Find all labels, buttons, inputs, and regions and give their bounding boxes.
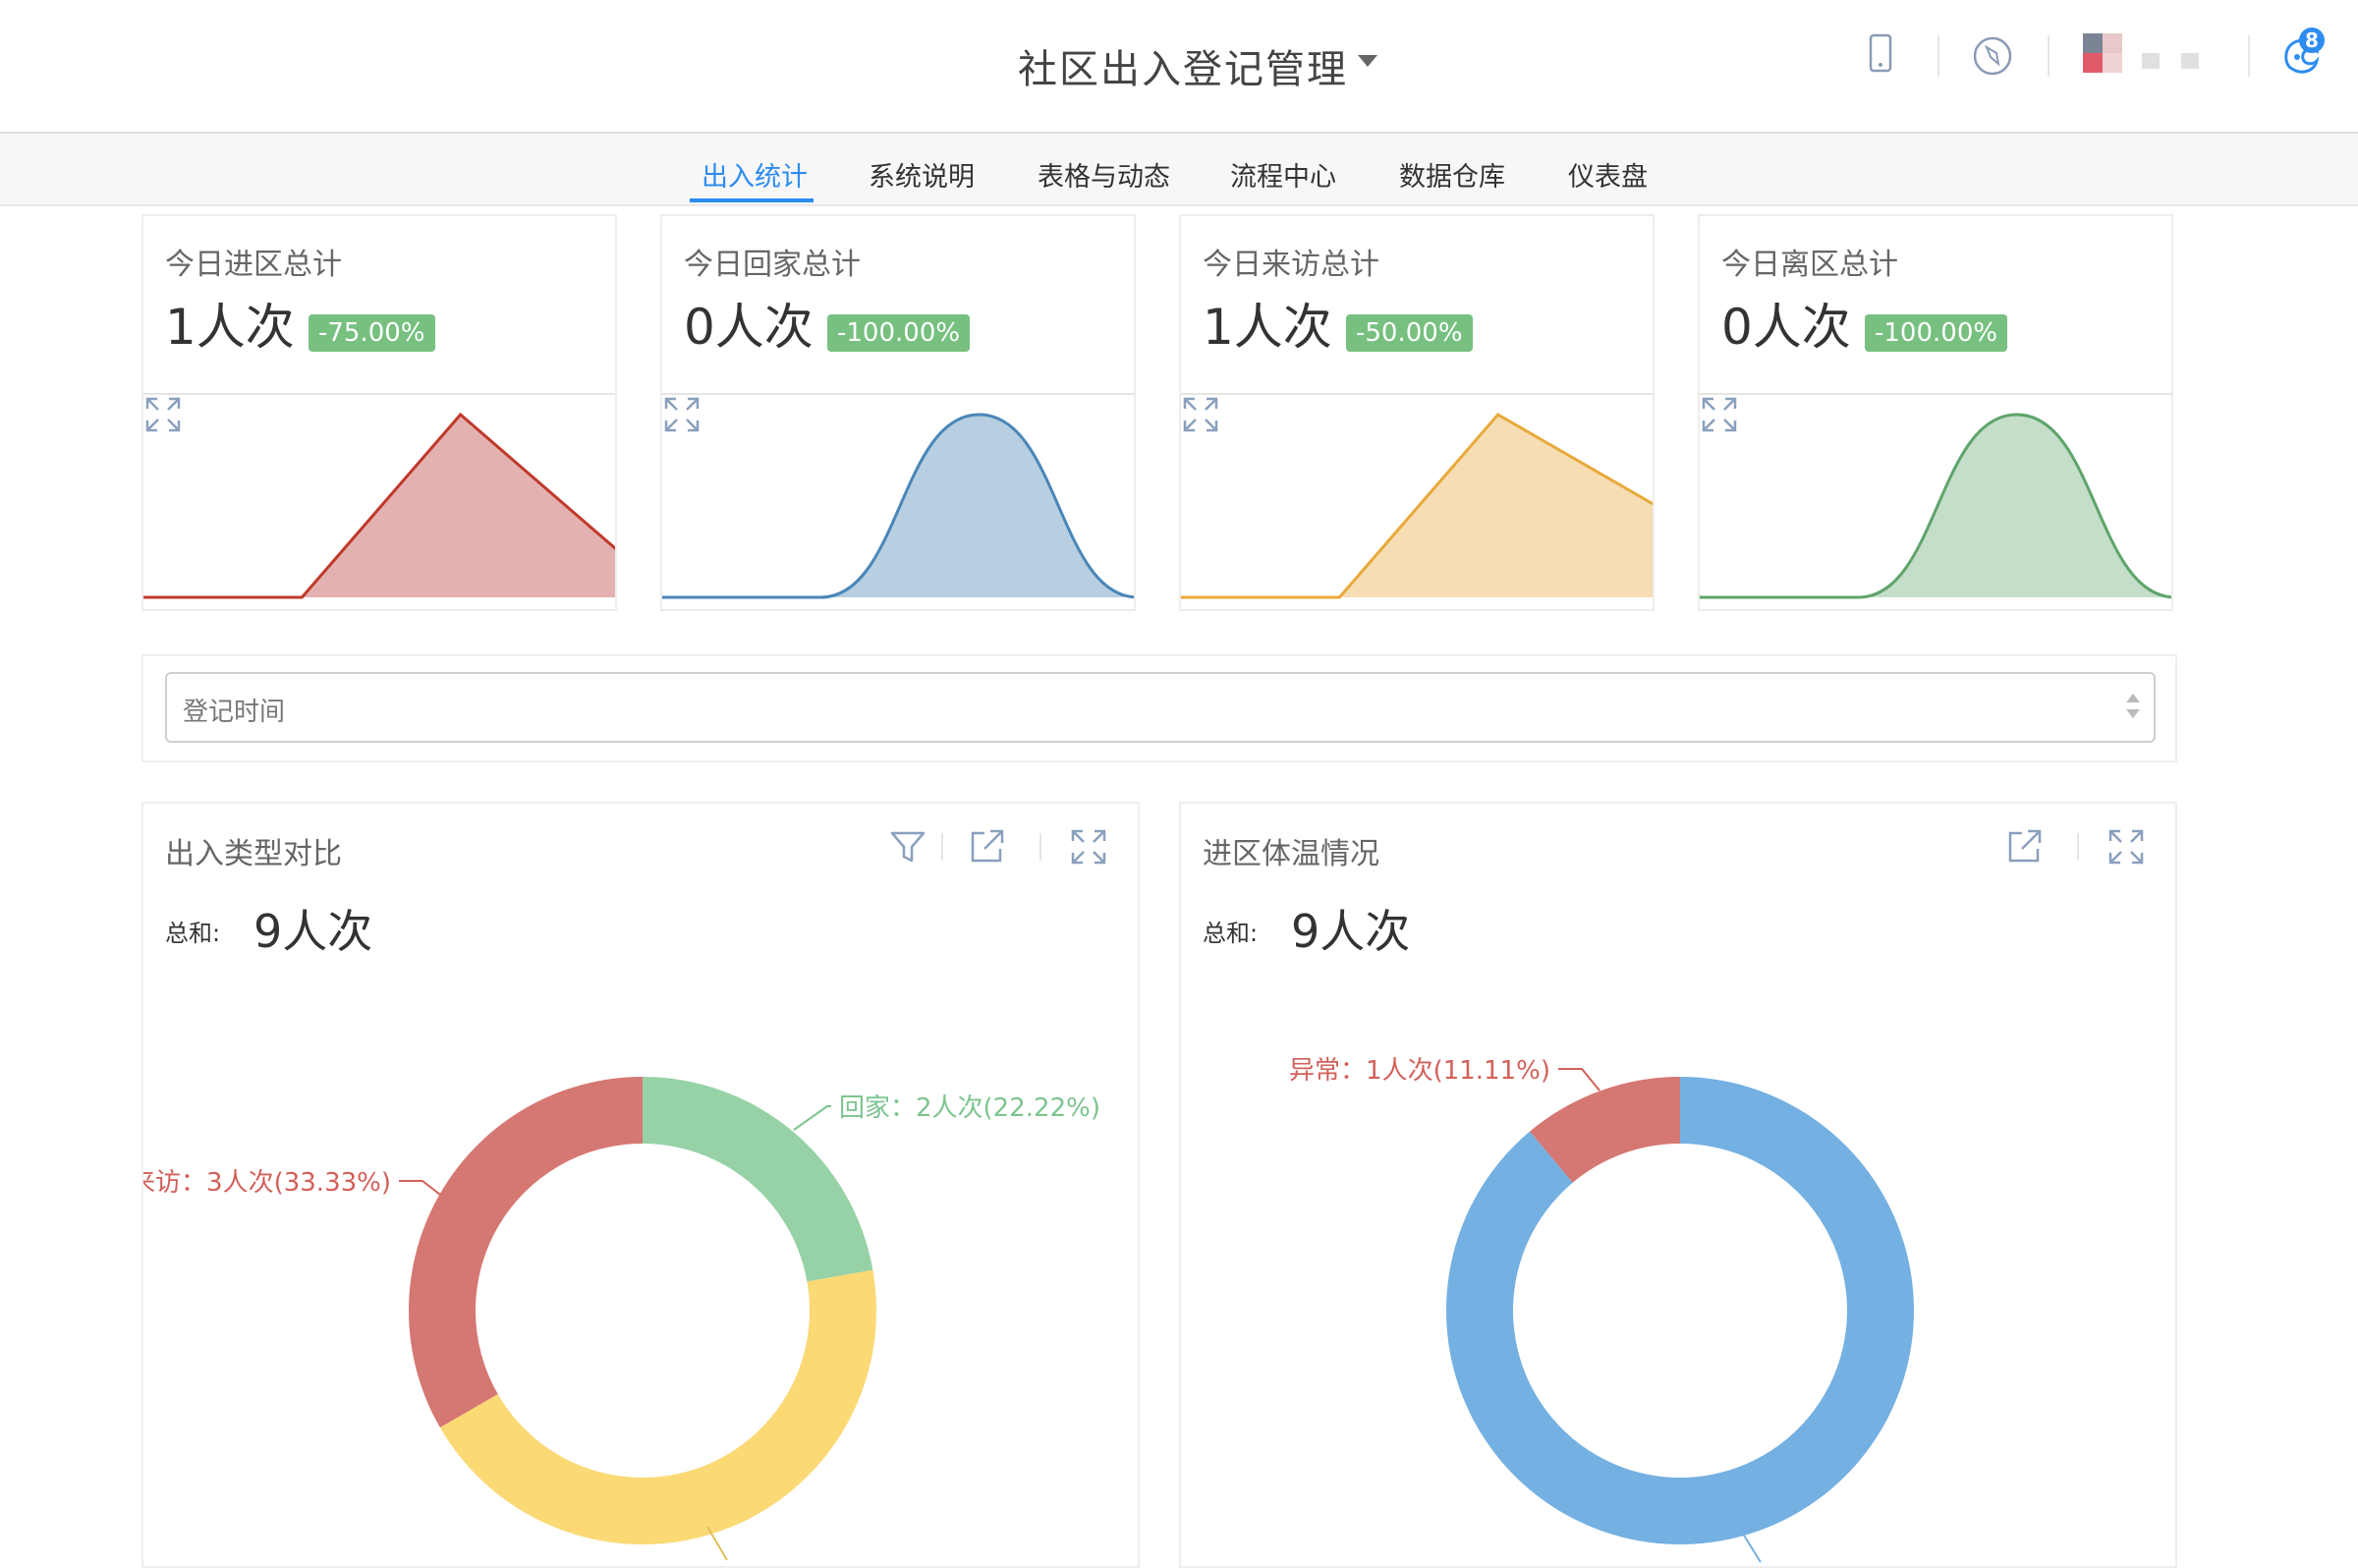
kpi-change-badge: -50.00% xyxy=(1346,314,1473,352)
kpi-value: 0人次 xyxy=(1721,299,1851,356)
tab-stats[interactable]: 出入统计 xyxy=(702,155,808,194)
leader-line xyxy=(793,1105,831,1131)
leader-line xyxy=(1558,1068,1600,1092)
notification-badge: 8 xyxy=(2299,28,2325,53)
kpi-title: 今日来访总计 xyxy=(1203,248,1379,282)
kpi-value: 0人次 xyxy=(684,299,814,356)
registration-time-select[interactable]: 登记时间 xyxy=(165,672,2156,743)
donut-label-visitor: 来访：3人次(33.33%) xyxy=(143,1168,391,1198)
donut-label-home: 回家：2人次(22.22%) xyxy=(839,1093,1100,1123)
tab-bar: 出入统计 系统说明 表格与动态 流程中心 数据仓库 仪表盘 xyxy=(0,134,2358,206)
app-title[interactable]: 社区出入登记管理 xyxy=(1018,37,1348,94)
kpi-value: 1人次 xyxy=(165,299,295,356)
tab-dashboard[interactable]: 仪表盘 xyxy=(1568,155,1648,194)
sparkline-chart xyxy=(1181,413,1653,599)
leader-line xyxy=(1740,1530,1762,1563)
kpi-change-badge: -100.00% xyxy=(827,314,971,352)
kpi-title: 今日进区总计 xyxy=(165,248,342,282)
kpi-title: 今日离区总计 xyxy=(1721,248,1898,282)
kpi-card-visitor: 今日来访总计 1人次 -50.00% xyxy=(1179,214,1655,611)
sparkline-chart xyxy=(662,413,1134,599)
donut-chart: 异常：1人次(11.11%) xyxy=(1289,1056,1914,1563)
donut-segment-unlabeled[interactable] xyxy=(439,1269,876,1544)
donut-chart: 回家：2人次(22.22%) 来访：3人次(33.33%) xyxy=(143,1077,1100,1561)
filter-panel: 登记时间 xyxy=(141,654,2177,762)
tab-process-center[interactable]: 流程中心 xyxy=(1230,155,1336,194)
kpi-card-entry: 今日进区总计 1人次 -75.00% xyxy=(141,214,617,611)
header-divider xyxy=(2048,35,2049,77)
tab-data-warehouse[interactable]: 数据仓库 xyxy=(1399,155,1505,194)
entry-temperature-panel: 进区体温情况 总和: 9人次 异常：1人次(11.11%) xyxy=(1179,802,2177,1568)
tab-tables-dynamics[interactable]: 表格与动态 xyxy=(1038,155,1170,194)
chevron-down-icon[interactable] xyxy=(1358,55,1377,67)
kpi-card-return-home: 今日回家总计 0人次 -100.00% xyxy=(660,214,1136,611)
kpi-card-exit: 今日离区总计 0人次 -100.00% xyxy=(1698,214,2173,611)
user-name-blur xyxy=(2181,53,2199,69)
donut-segment-visitor[interactable] xyxy=(409,1077,643,1428)
sparkline-chart xyxy=(1700,413,2171,599)
sparkline-chart xyxy=(143,412,615,599)
mobile-icon[interactable] xyxy=(1867,31,1896,79)
kpi-title: 今日回家总计 xyxy=(684,248,861,282)
entry-type-comparison-panel: 出入类型对比 总和: 9人次 回家：2人次(22.22%) 来访：3人次(33.… xyxy=(141,802,1140,1568)
active-tab-indicator xyxy=(690,198,814,202)
top-bar: 社区出入登记管理 8 xyxy=(0,0,2358,134)
donut-segment-normal[interactable] xyxy=(1446,1077,1914,1544)
donut-label-abnormal: 异常：1人次(11.11%) xyxy=(1289,1056,1550,1086)
registration-time-label: 登记时间 xyxy=(183,698,286,727)
kpi-value: 1人次 xyxy=(1203,299,1332,356)
tab-system-description[interactable]: 系统说明 xyxy=(869,155,975,194)
user-name-blur xyxy=(2142,53,2160,69)
kpi-change-badge: -100.00% xyxy=(1865,314,2008,352)
avatar[interactable] xyxy=(2083,33,2122,73)
compass-icon[interactable] xyxy=(1971,31,2016,77)
header-divider xyxy=(2248,35,2250,77)
leader-line xyxy=(399,1180,441,1196)
kpi-change-badge: -75.00% xyxy=(309,314,435,352)
header-divider xyxy=(1937,35,1939,77)
select-arrows-icon xyxy=(2126,692,2140,723)
